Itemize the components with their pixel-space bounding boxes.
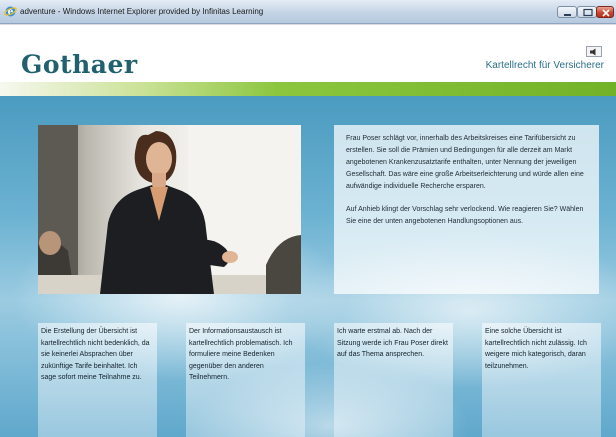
option-3-text: Ich warte erstmal ab. Nach der Sitzung w… xyxy=(337,328,448,358)
maximize-button[interactable] xyxy=(577,6,597,18)
scenario-text-panel: Frau Poser schlägt vor, innerhalb des Ar… xyxy=(334,125,599,294)
scenario-paragraph-1: Frau Poser schlägt vor, innerhalb des Ar… xyxy=(346,135,584,190)
close-button[interactable] xyxy=(596,6,614,18)
option-1-text: Die Erstellung der Übersicht ist kartell… xyxy=(41,328,150,381)
ie-icon: e xyxy=(4,5,17,18)
gothaer-logo: Gothaer xyxy=(21,50,138,79)
header-accent-bar xyxy=(0,82,616,96)
scenario-paragraph-2: Auf Anhieb klingt der Vorschlag sehr ver… xyxy=(346,206,584,225)
close-icon xyxy=(602,9,610,17)
option-4[interactable]: Eine solche Übersicht ist kartellrechtli… xyxy=(482,323,601,437)
option-4-text: Eine solche Übersicht ist kartellrechtli… xyxy=(485,328,587,370)
option-3[interactable]: Ich warte erstmal ab. Nach der Sitzung w… xyxy=(334,323,453,437)
speaker-icon xyxy=(590,48,596,56)
minimize-icon xyxy=(564,14,571,16)
option-2-text: Der Informationsaustausch ist kartellrec… xyxy=(189,328,293,381)
app-header: Gothaer Kartellrecht für Versicherer xyxy=(0,25,616,82)
window-title: adventure - Windows Internet Explorer pr… xyxy=(20,7,264,16)
audio-button[interactable] xyxy=(586,46,602,57)
minimize-button[interactable] xyxy=(557,6,577,18)
maximize-icon xyxy=(583,8,593,17)
window-titlebar[interactable]: e adventure - Windows Internet Explorer … xyxy=(0,0,616,24)
scenario-stage: Frau Poser schlägt vor, innerhalb des Ar… xyxy=(0,96,616,437)
option-1[interactable]: Die Erstellung der Übersicht ist kartell… xyxy=(38,323,157,437)
scenario-photo xyxy=(38,125,301,294)
option-2[interactable]: Der Informationsaustausch ist kartellrec… xyxy=(186,323,305,437)
module-title: Kartellrecht für Versicherer xyxy=(485,60,604,71)
